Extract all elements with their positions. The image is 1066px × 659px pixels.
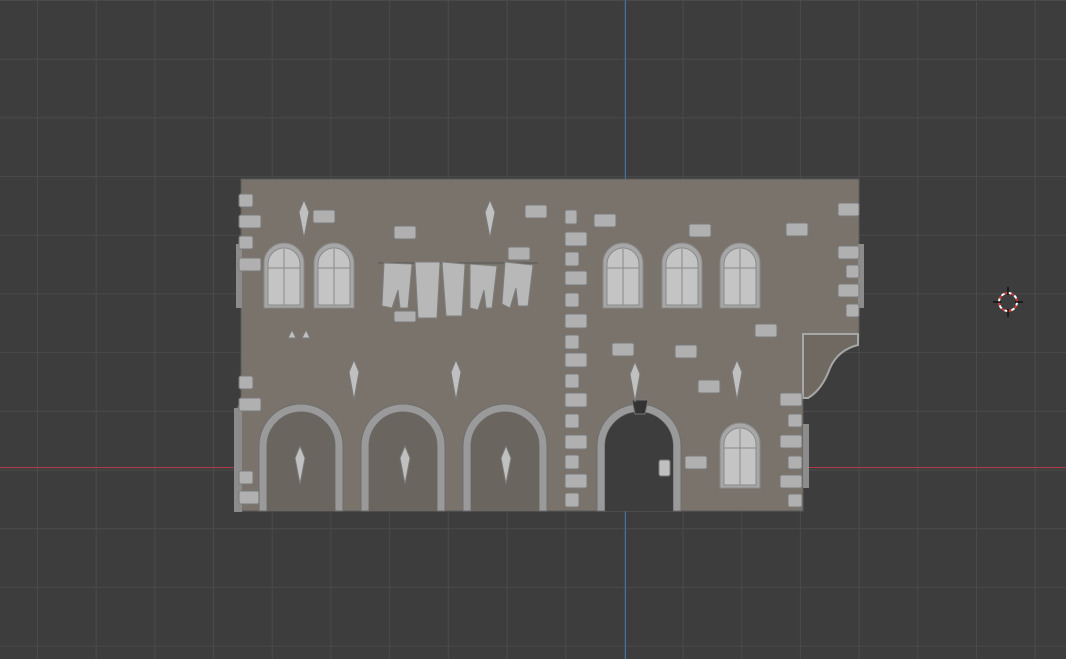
window bbox=[263, 242, 305, 309]
building-facade-model[interactable] bbox=[0, 0, 1066, 659]
3d-viewport[interactable] bbox=[0, 0, 1066, 659]
window bbox=[313, 242, 355, 309]
window bbox=[661, 242, 703, 309]
doorway-arch bbox=[596, 403, 682, 512]
balcony-bracket bbox=[802, 333, 859, 399]
left-edge-post bbox=[236, 244, 242, 308]
window bbox=[719, 242, 761, 309]
keystone bbox=[631, 399, 649, 415]
window bbox=[719, 422, 761, 489]
right-lower-post bbox=[803, 424, 809, 488]
window bbox=[602, 242, 644, 309]
3d-cursor-icon[interactable] bbox=[993, 287, 1023, 317]
